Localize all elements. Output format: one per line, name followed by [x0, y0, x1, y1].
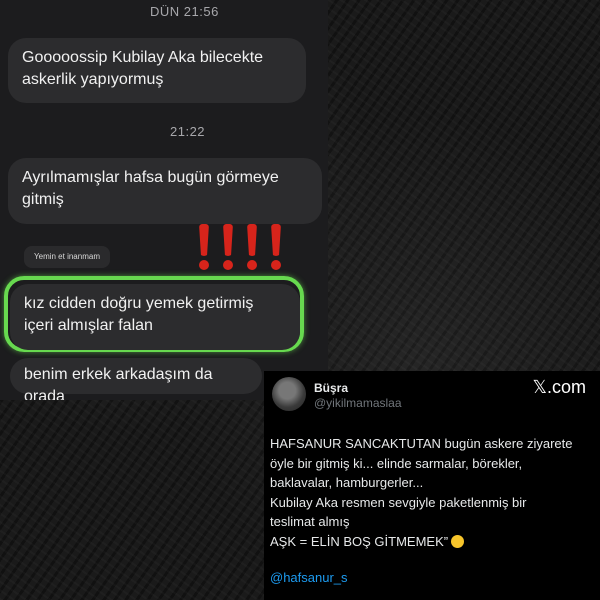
- tweet-line: Kubilay Aka resmen sevgiyle paketlenmiş …: [270, 494, 527, 510]
- exclamation-icon: [220, 224, 236, 272]
- tweet-line: baklavalar, hamburgerler...: [270, 475, 424, 490]
- message-bubble: benim erkek arkadaşım da orada: [10, 358, 262, 400]
- highlighted-message-bubble: kız cidden doğru yemek getirmiş içeri al…: [10, 284, 300, 350]
- chat-timestamp: DÜN 21:56: [150, 4, 219, 19]
- tweet-body: HAFSANUR SANCAKTUTAN bugün askere ziyare…: [270, 434, 596, 551]
- message-bubble: Gooooossip Kubilay Aka bilecekte askerli…: [8, 38, 306, 103]
- exclamation-icon: [244, 224, 260, 272]
- exclamation-marks-icon: [196, 224, 284, 272]
- tweet-line: öyle bir gitmiş ki... elinde sarmalar, b…: [270, 455, 523, 471]
- tweet-line: HAFSANUR SANCAKTUTAN bugün askere ziyare…: [270, 436, 573, 451]
- tweet-card: Büşra @yikilmamaslaa 𝕏.com HAFSANUR SANC…: [264, 371, 600, 600]
- x-logo-icon: 𝕏.com: [532, 377, 586, 397]
- reply-preview-chip: Yemin et inanmam: [24, 246, 110, 268]
- tweet-line: AŞK = ELİN BOŞ GİTMEMEK”: [270, 533, 449, 549]
- exclamation-icon: [268, 224, 284, 272]
- tweet-author-name[interactable]: Büşra: [314, 381, 348, 395]
- chat-screenshot-top: DÜN 21:56 Gooooossip Kubilay Aka bilecek…: [0, 0, 328, 242]
- tweet-author-handle[interactable]: @yikilmamaslaa: [314, 396, 402, 410]
- exclamation-icon: [196, 224, 212, 272]
- tweet-line: teslimat almış: [270, 514, 350, 529]
- avatar[interactable]: [272, 377, 306, 411]
- tweet-mention-link[interactable]: @hafsanur_s: [270, 570, 348, 585]
- message-bubble: Ayrılmamışlar hafsa bugün görmeye gitmiş: [8, 158, 322, 224]
- chat-timestamp: 21:22: [170, 124, 206, 139]
- tweet-line-last: AŞK = ELİN BOŞ GİTMEMEK”: [270, 532, 596, 552]
- hugging-face-emoji-icon: [451, 534, 465, 548]
